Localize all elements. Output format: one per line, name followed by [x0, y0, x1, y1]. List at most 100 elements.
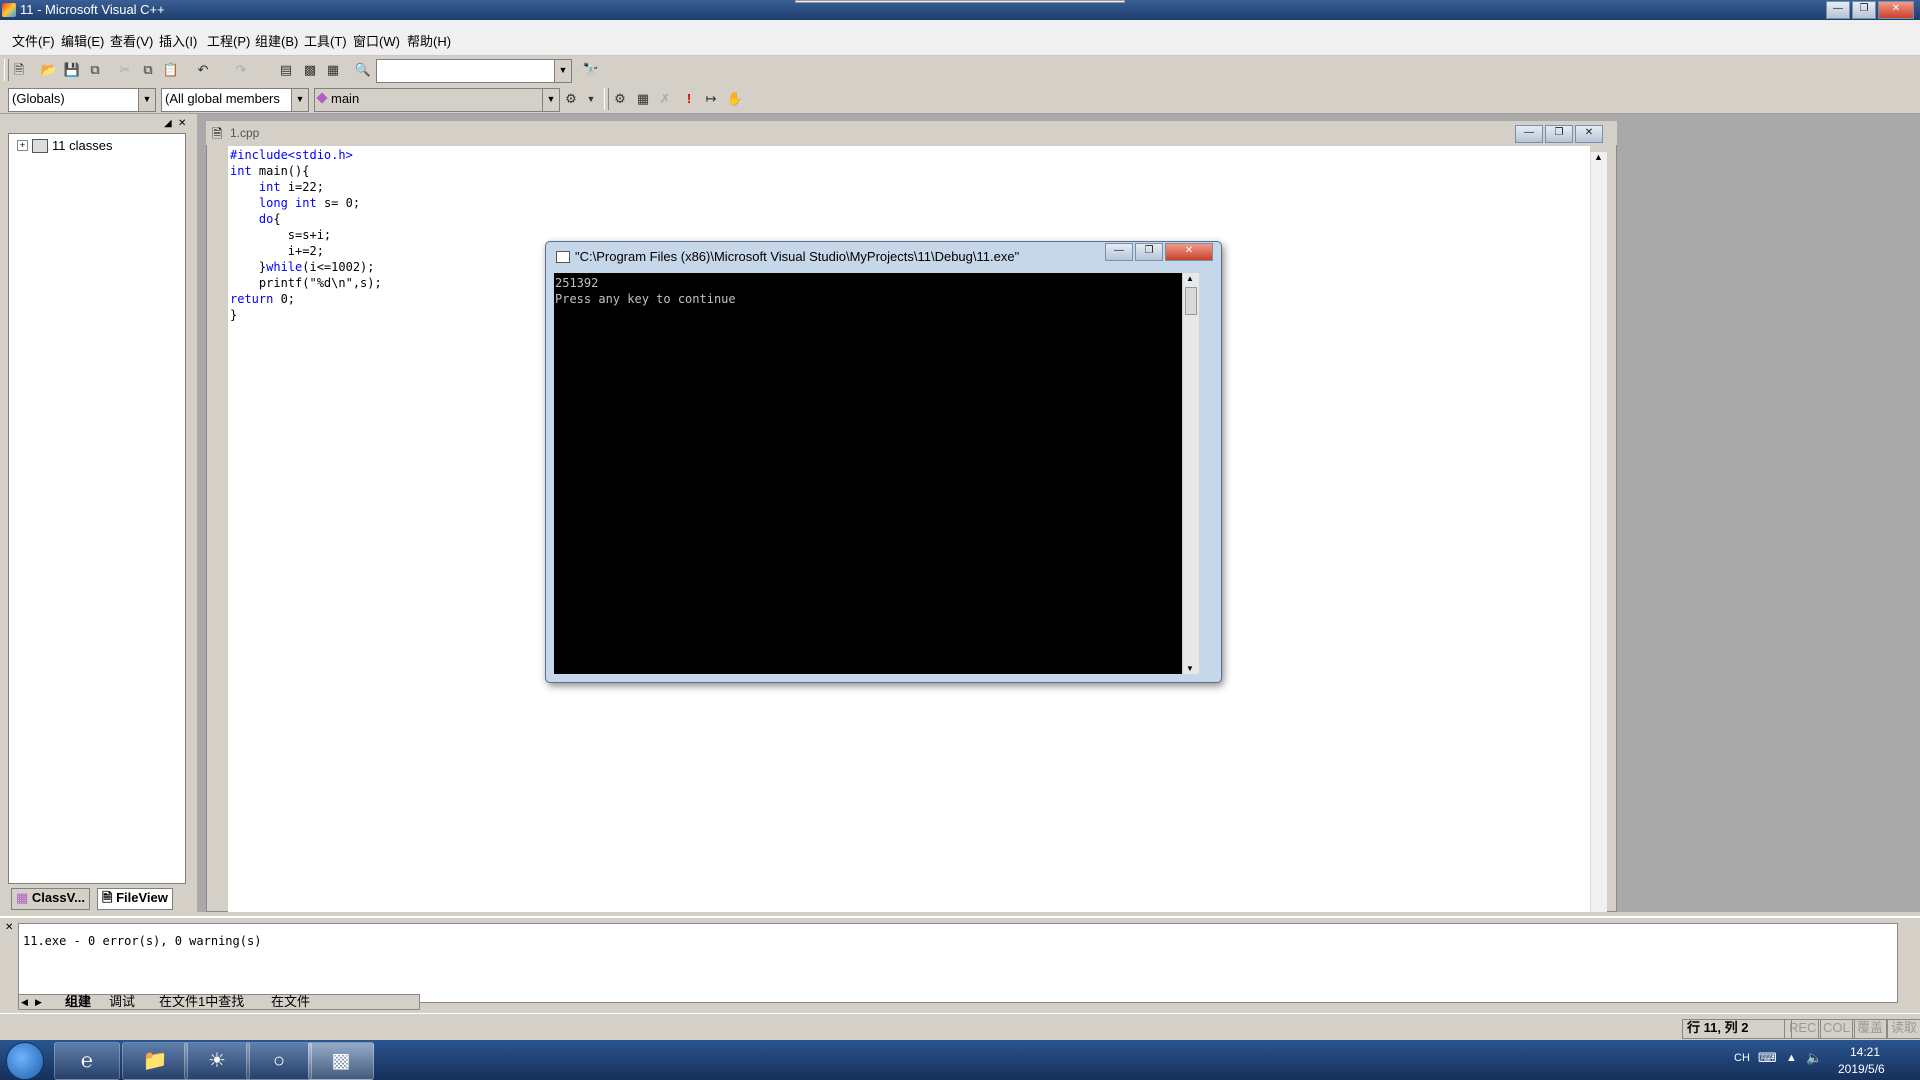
tray-expand-icon[interactable]: ▲	[1786, 1052, 1797, 1064]
console-scroll-down-icon[interactable]: ▼	[1186, 664, 1194, 673]
members-combo-arrow[interactable]: ▼	[291, 88, 309, 112]
menu-build[interactable]: 组建(B)	[255, 31, 298, 50]
search-binoculars-icon[interactable]: 🔭	[582, 61, 600, 79]
breakpoint-hand-icon[interactable]: ✋	[726, 90, 744, 108]
find-combo[interactable]	[376, 59, 558, 83]
minimize-button[interactable]: —	[1826, 1, 1850, 19]
console-window[interactable]: "C:\Program Files (x86)\Microsoft Visual…	[545, 241, 1222, 683]
undo-icon[interactable]: ↶	[194, 61, 212, 79]
code-token: i+=2;	[230, 244, 324, 258]
taskbar: ℮ 📁 ☀ ○ ▩ CH ⌨ ▲ 🔈 14:21 2019/5/6	[0, 1040, 1920, 1080]
menu-view[interactable]: 查看(V)	[110, 31, 153, 50]
tab-build[interactable]: 组建	[65, 995, 91, 1009]
output-close-icon[interactable]: ✕	[5, 922, 13, 933]
open-folder-icon[interactable]: 📂	[40, 61, 58, 79]
output-window-icon[interactable]: ▩	[301, 61, 319, 79]
console-window-controls: — ❐ ✕	[1105, 243, 1213, 261]
menu-window[interactable]: 窗口(W)	[353, 31, 400, 50]
tab-debug[interactable]: 调试	[109, 995, 135, 1009]
output-text-area[interactable]: 11.exe - 0 error(s), 0 warning(s)	[18, 923, 1898, 1003]
find-combo-arrow[interactable]: ▼	[554, 59, 572, 83]
tab-classview[interactable]: ▦ ClassV...	[11, 888, 90, 910]
workspace-icon[interactable]: ▤	[277, 61, 295, 79]
paste-icon[interactable]: 📋	[162, 61, 180, 79]
function-combo-arrow[interactable]: ▼	[542, 88, 560, 112]
members-combo[interactable]: (All global members	[161, 88, 295, 112]
start-button[interactable]	[6, 1042, 44, 1080]
ie-icon[interactable]: ℮	[54, 1042, 120, 1080]
console-close-button[interactable]: ✕	[1165, 243, 1213, 261]
scope-combo-arrow[interactable]: ▼	[138, 88, 156, 112]
menu-help[interactable]: 帮助(H)	[407, 31, 451, 50]
save-icon[interactable]: 💾	[63, 61, 81, 79]
paint-icon[interactable]: ○	[246, 1042, 312, 1080]
menu-insert[interactable]: 插入(I)	[159, 31, 197, 50]
status-bar: 行 11, 列 2 REC COL 覆盖 读取	[0, 1013, 1920, 1039]
expand-icon[interactable]: +	[17, 140, 28, 151]
language-indicator[interactable]: CH	[1734, 1052, 1750, 1064]
console-scroll-thumb[interactable]	[1185, 287, 1197, 315]
tab-find-in-files-2[interactable]: 在文件	[271, 995, 310, 1009]
explorer-icon[interactable]: 📁	[122, 1042, 188, 1080]
menu-file[interactable]: 文件(F)	[12, 31, 55, 50]
console-scrollbar[interactable]: ▲ ▼	[1182, 273, 1199, 674]
compile-icon[interactable]: ⚙	[611, 90, 629, 108]
clock-time[interactable]: 14:21	[1850, 1045, 1880, 1059]
wizard-action-icon[interactable]: ⚙	[562, 90, 580, 108]
editor-restore-button[interactable]: ❐	[1545, 125, 1573, 143]
code-keyword: do	[258, 212, 274, 226]
editor-close-button[interactable]: ✕	[1575, 125, 1603, 143]
tab-scroll-right-icon[interactable]: ▶	[35, 995, 42, 1009]
scope-combo[interactable]: (Globals)	[8, 88, 142, 112]
function-combo[interactable]: main	[314, 88, 559, 112]
go-debug-icon[interactable]: ↦	[702, 90, 720, 108]
console-task-icon[interactable]: ▩	[308, 1042, 374, 1080]
toolbar-grip[interactable]	[4, 59, 9, 81]
toolbar-grip[interactable]	[604, 88, 609, 110]
code-line: return 0;	[230, 291, 382, 307]
tab-find-in-files-1[interactable]: 在文件1中查找	[159, 995, 244, 1009]
clock-date[interactable]: 2019/5/6	[1838, 1062, 1885, 1076]
workspace-close-icon[interactable]: ✕	[178, 118, 186, 129]
console-scroll-up-icon[interactable]: ▲	[1186, 274, 1194, 283]
tree-root-item[interactable]: + 11 classes	[17, 138, 112, 153]
title-search-box[interactable]	[795, 0, 1125, 3]
editor-vertical-scrollbar[interactable]: ▲	[1590, 152, 1607, 912]
keyboard-icon[interactable]: ⌨	[1758, 1050, 1777, 1066]
app-vc-icon[interactable]: ☀	[184, 1042, 250, 1080]
close-button[interactable]: ✕	[1878, 1, 1914, 19]
new-file-icon[interactable]: 🗎	[10, 61, 28, 79]
console-line-2: Press any key to continue	[555, 292, 736, 306]
wizard-dropdown-icon[interactable]: ▼	[582, 90, 600, 108]
copy-icon[interactable]: ⧉	[139, 61, 157, 79]
redo-icon[interactable]: ↷	[232, 61, 250, 79]
console-output[interactable]: 251392 Press any key to continue	[554, 273, 1182, 674]
console-minimize-button[interactable]: —	[1105, 243, 1133, 261]
volume-icon[interactable]: 🔈	[1806, 1050, 1822, 1066]
code-token: {	[273, 212, 281, 226]
menu-edit[interactable]: 编辑(E)	[61, 31, 104, 50]
console-maximize-button[interactable]: ❐	[1135, 243, 1163, 261]
editor-minimize-button[interactable]: —	[1515, 125, 1543, 143]
tab-scroll-left-icon[interactable]: ◀	[21, 995, 28, 1009]
tab-classview-label: ClassV...	[31, 890, 85, 905]
workspace-dock-icon[interactable]: ◢	[164, 118, 172, 129]
window-list-icon[interactable]: ▦	[324, 61, 342, 79]
menu-tools[interactable]: 工具(T)	[304, 31, 347, 50]
scroll-up-icon[interactable]: ▲	[1594, 152, 1603, 162]
cut-icon[interactable]: ✂	[116, 61, 134, 79]
find-in-files-icon[interactable]: 🔍	[354, 61, 372, 79]
execute-icon[interactable]: !	[680, 90, 698, 108]
code-text: #include<stdio.h> int main(){ int i=22; l…	[230, 147, 382, 323]
menu-project[interactable]: 工程(P)	[207, 31, 250, 50]
app-icon[interactable]	[2, 3, 16, 17]
tab-fileview[interactable]: 🗎 FileView	[97, 888, 173, 910]
build-icon[interactable]: ▦	[634, 90, 652, 108]
stop-build-icon[interactable]: ✗	[656, 90, 674, 108]
save-all-icon[interactable]: ⧉	[86, 61, 104, 79]
code-line: printf("%d\n",s);	[230, 275, 382, 291]
console-icon	[556, 251, 570, 263]
restore-button[interactable]: ❐	[1852, 1, 1876, 19]
